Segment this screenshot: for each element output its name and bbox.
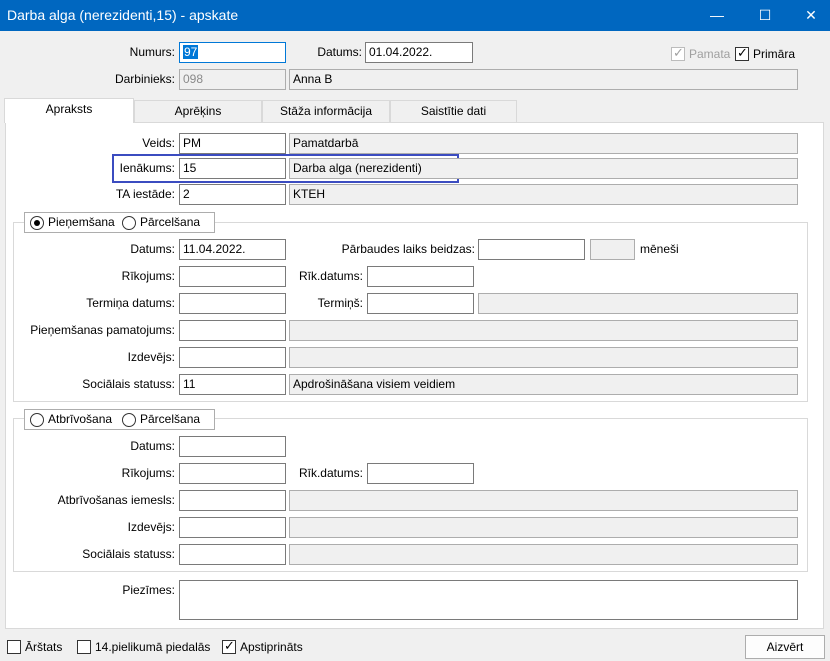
release-izdevejs-input[interactable] — [179, 517, 286, 538]
hire-izdevejs-desc-field — [289, 347, 798, 368]
parcelsana-radio-1[interactable]: Pārcelšana — [122, 213, 200, 234]
checkmark-icon: ✓ — [737, 44, 748, 60]
primara-label: Primāra — [753, 46, 796, 61]
hire-statuss-label: Sociālais statuss: — [82, 377, 175, 391]
tab-apraksts[interactable]: Apraksts — [4, 98, 134, 123]
release-datums-label: Datums: — [130, 439, 175, 453]
hire-izdevejs-label: Izdevējs: — [127, 350, 175, 364]
release-rik-datums-label: Rīk.datums: — [298, 466, 363, 480]
veids-name-field: Pamatdarbā — [289, 133, 798, 154]
title-bar: Darba alga (nerezidenti,15) - apskate — … — [0, 0, 830, 31]
pamata-check-box[interactable]: ✓ — [671, 44, 685, 61]
hire-rikojums-input[interactable] — [179, 266, 286, 287]
primara-check-box[interactable]: ✓ — [735, 44, 749, 61]
radio-unselected-icon — [30, 412, 44, 427]
hire-datums-label: Datums: — [130, 242, 175, 256]
pamatojums-input[interactable] — [179, 320, 286, 341]
ienakums-label: Ienākums: — [119, 161, 175, 175]
parbaudes-label: Pārbaudes laiks beidzas: — [341, 242, 475, 256]
ienakums-name-field: Darba alga (nerezidenti) — [289, 158, 798, 179]
parcelsana-label-1: Pārcelšana — [140, 215, 201, 230]
maximize-button[interactable]: ☐ — [742, 0, 788, 31]
primara-checkbox[interactable]: ✓ Primāra — [735, 44, 796, 62]
arstats-label: Ārštats — [25, 639, 63, 654]
ta-name-field: KTEH — [289, 184, 798, 205]
release-izdevejs-desc-field — [289, 517, 798, 538]
parbaudes-input[interactable] — [478, 239, 585, 260]
release-rik-datums-input[interactable] — [367, 463, 474, 484]
parcelsana-label-2: Pārcelšana — [140, 412, 201, 427]
release-statuss-desc-field — [289, 544, 798, 565]
release-statuss-label: Sociālais statuss: — [82, 547, 175, 561]
release-datums-input[interactable] — [179, 436, 286, 457]
hire-datums-input[interactable]: 11.04.2022. — [179, 239, 286, 260]
iemesls-input[interactable] — [179, 490, 286, 511]
numurs-label: Numurs: — [129, 45, 175, 59]
darbinieks-code-field[interactable]: 098 — [179, 69, 286, 90]
release-izdevejs-label: Izdevējs: — [127, 520, 175, 534]
ienakums-input[interactable]: 15 — [179, 158, 286, 179]
pienemsana-label: Pieņemšana — [48, 215, 115, 230]
parcelsana-radio-2[interactable]: Pārcelšana — [122, 410, 200, 431]
tab-aprekins[interactable]: Aprēķins — [134, 100, 262, 122]
termina-datums-label: Termiņa datums: — [86, 296, 175, 310]
close-button[interactable]: Aizvērt — [745, 635, 825, 659]
hire-statuss-name-field: Apdrošināšana visiem veidiem — [289, 374, 798, 395]
atbrivosana-label: Atbrīvošana — [48, 412, 113, 427]
radio-unselected-icon — [122, 215, 136, 230]
pielikums-check-box[interactable] — [77, 639, 91, 654]
termins-desc-field — [478, 293, 798, 314]
menesi-field — [590, 239, 635, 260]
tab-saistitie-dati[interactable]: Saistītie dati — [390, 100, 517, 122]
arstats-check-box[interactable] — [7, 639, 21, 654]
hire-rik-datums-input[interactable] — [367, 266, 474, 287]
darbinieks-name-field: Anna B — [289, 69, 798, 90]
pamatojums-label: Pieņemšanas pamatojums: — [30, 323, 175, 337]
atbrivosana-radio[interactable]: Atbrīvošana — [30, 410, 112, 431]
ta-input[interactable]: 2 — [179, 184, 286, 205]
datums-label: Datums: — [317, 45, 362, 59]
termina-datums-input[interactable] — [179, 293, 286, 314]
release-rikojums-input[interactable] — [179, 463, 286, 484]
apstiprinats-check-box[interactable]: ✓ — [222, 637, 236, 654]
pamata-label: Pamata — [689, 46, 731, 61]
veids-label: Veids: — [142, 136, 175, 150]
checkmark-icon: ✓ — [224, 637, 235, 653]
hire-izdevejs-input[interactable] — [179, 347, 286, 368]
iemesls-label: Atbrīvošanas iemesls: — [57, 493, 175, 507]
datums-input[interactable]: 01.04.2022. — [365, 42, 473, 63]
release-statuss-input[interactable] — [179, 544, 286, 565]
numurs-input[interactable]: 97 — [179, 42, 286, 63]
hire-rik-datums-label: Rīk.datums: — [298, 269, 363, 283]
pielikums-label: 14.pielikumā piedalās — [95, 639, 211, 654]
termins-input[interactable] — [367, 293, 474, 314]
hire-rikojums-label: Rīkojums: — [121, 269, 175, 283]
close-window-button[interactable]: ✕ — [788, 0, 830, 31]
darbinieks-label: Darbinieks: — [114, 72, 175, 86]
radio-unselected-icon — [122, 412, 136, 427]
numurs-value: 97 — [183, 45, 199, 59]
iemesls-desc-field — [289, 490, 798, 511]
termins-label: Termiņš: — [317, 296, 363, 310]
piezimes-textarea[interactable] — [179, 580, 798, 620]
pienemsana-radio[interactable]: Pieņemšana — [30, 213, 115, 234]
pamatojums-desc-field — [289, 320, 798, 341]
ta-label: TA iestāde: — [115, 187, 175, 201]
tab-staza-informacija[interactable]: Stāža informācija — [262, 100, 390, 122]
veids-input[interactable]: PM — [179, 133, 286, 154]
hire-statuss-input[interactable]: 11 — [179, 374, 286, 395]
apstiprinats-label: Apstiprināts — [240, 639, 303, 654]
apstiprinats-checkbox[interactable]: ✓ Apstiprināts — [222, 637, 303, 655]
arstats-checkbox[interactable]: Ārštats — [7, 639, 62, 655]
radio-selected-icon — [30, 215, 44, 230]
menesi-label: mēneši — [640, 242, 679, 256]
piezimes-label: Piezīmes: — [122, 583, 175, 597]
checkmark-icon: ✓ — [673, 44, 684, 60]
pielikums-checkbox[interactable]: 14.pielikumā piedalās — [77, 639, 210, 655]
pamata-checkbox[interactable]: ✓ Pamata — [671, 44, 731, 62]
minimize-button[interactable]: — — [694, 0, 740, 31]
window-title: Darba alga (nerezidenti,15) - apskate — [7, 7, 239, 23]
release-rikojums-label: Rīkojums: — [121, 466, 175, 480]
